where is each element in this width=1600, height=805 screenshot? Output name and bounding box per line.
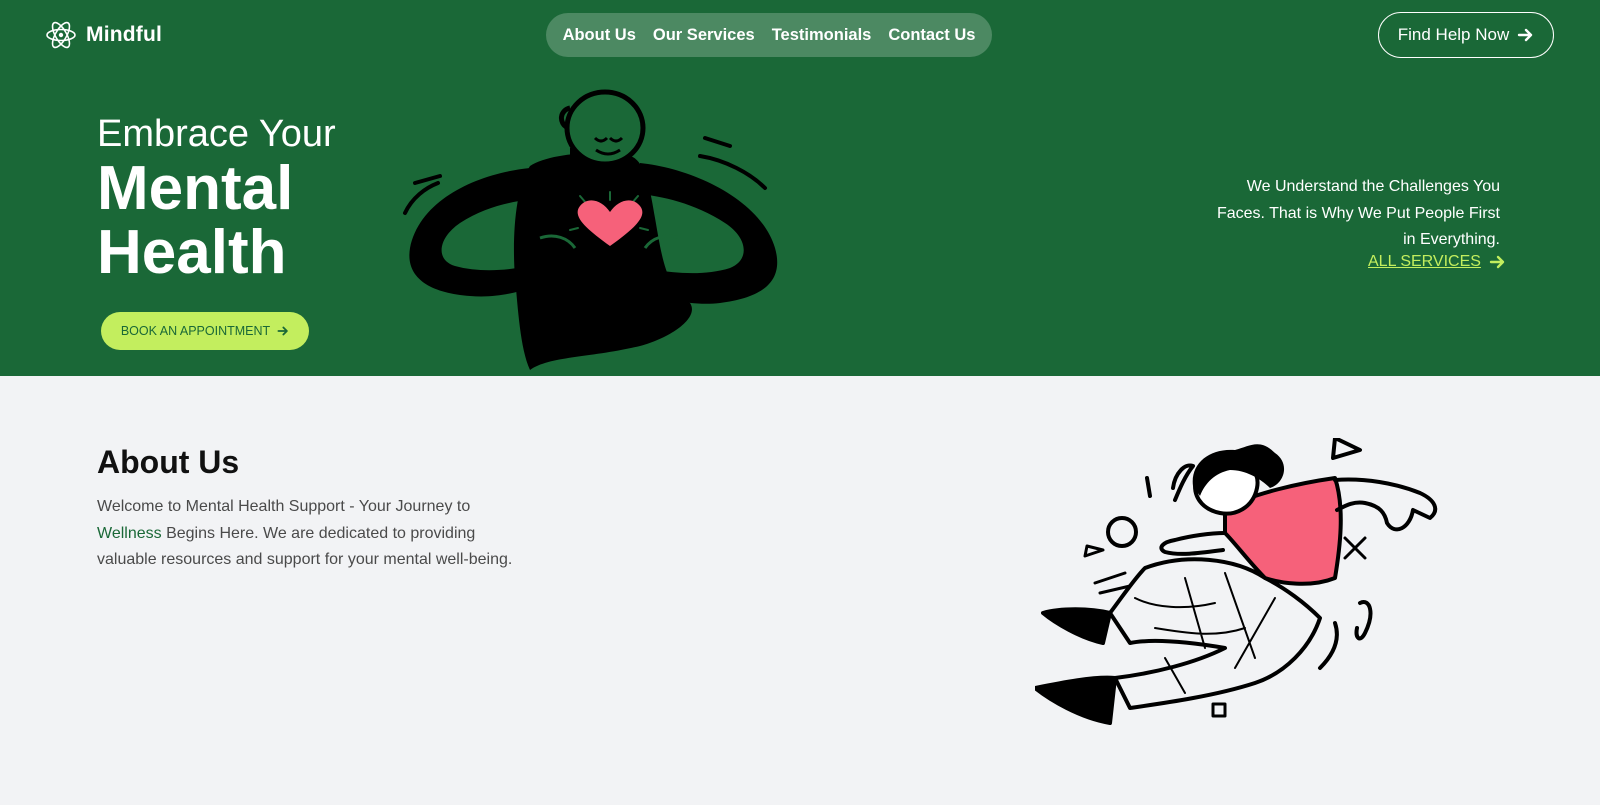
nav-contact-us[interactable]: Contact Us	[888, 26, 975, 45]
hero-heading-line2: Mental	[97, 154, 294, 223]
all-services-link[interactable]: ALL SERVICES	[1368, 253, 1506, 271]
brand-name: Mindful	[86, 23, 163, 46]
hero-section: Mindful About Us Our Services Testimonia…	[0, 0, 1600, 376]
main-nav: About Us Our Services Testimonials Conta…	[546, 13, 992, 57]
arrow-right-icon	[1489, 255, 1505, 269]
hero-heading-line1: Embrace Your	[97, 113, 336, 155]
tagline-line1: We Understand the Challenges You	[1246, 178, 1500, 195]
find-help-button[interactable]: Find Help Now	[1378, 12, 1554, 58]
find-help-label: Find Help Now	[1397, 25, 1510, 44]
arrow-right-icon	[277, 326, 288, 336]
book-appointment-label: BOOK AN APPOINTMENT	[120, 324, 271, 338]
nav-about-us[interactable]: About Us	[563, 26, 636, 45]
atom-icon	[46, 21, 76, 49]
about-text-part1: Welcome to Mental Health Support - Your …	[97, 498, 471, 515]
about-wellness-accent: Wellness	[97, 524, 162, 542]
about-title: About Us	[97, 444, 240, 480]
tagline-line2: Faces. That is Why We Put People First	[1216, 204, 1500, 222]
about-description: Welcome to Mental Health Support - Your …	[97, 494, 522, 574]
nav-our-services[interactable]: Our Services	[653, 26, 755, 45]
hero-tagline: We Understand the Challenges You Faces. …	[1160, 174, 1500, 254]
person-flying-illustration	[1035, 438, 1438, 725]
arrow-right-icon	[1518, 28, 1533, 42]
hero-heading-line3: Health	[97, 218, 287, 287]
book-appointment-button[interactable]: BOOK AN APPOINTMENT	[101, 312, 309, 350]
all-services-label: ALL SERVICES	[1368, 253, 1481, 270]
tagline-line3: in Everything.	[1403, 231, 1500, 248]
person-holding-heart-illustration	[403, 89, 778, 370]
brand-logo[interactable]: Mindful	[45, 19, 162, 51]
nav-testimonials[interactable]: Testimonials	[772, 26, 872, 45]
